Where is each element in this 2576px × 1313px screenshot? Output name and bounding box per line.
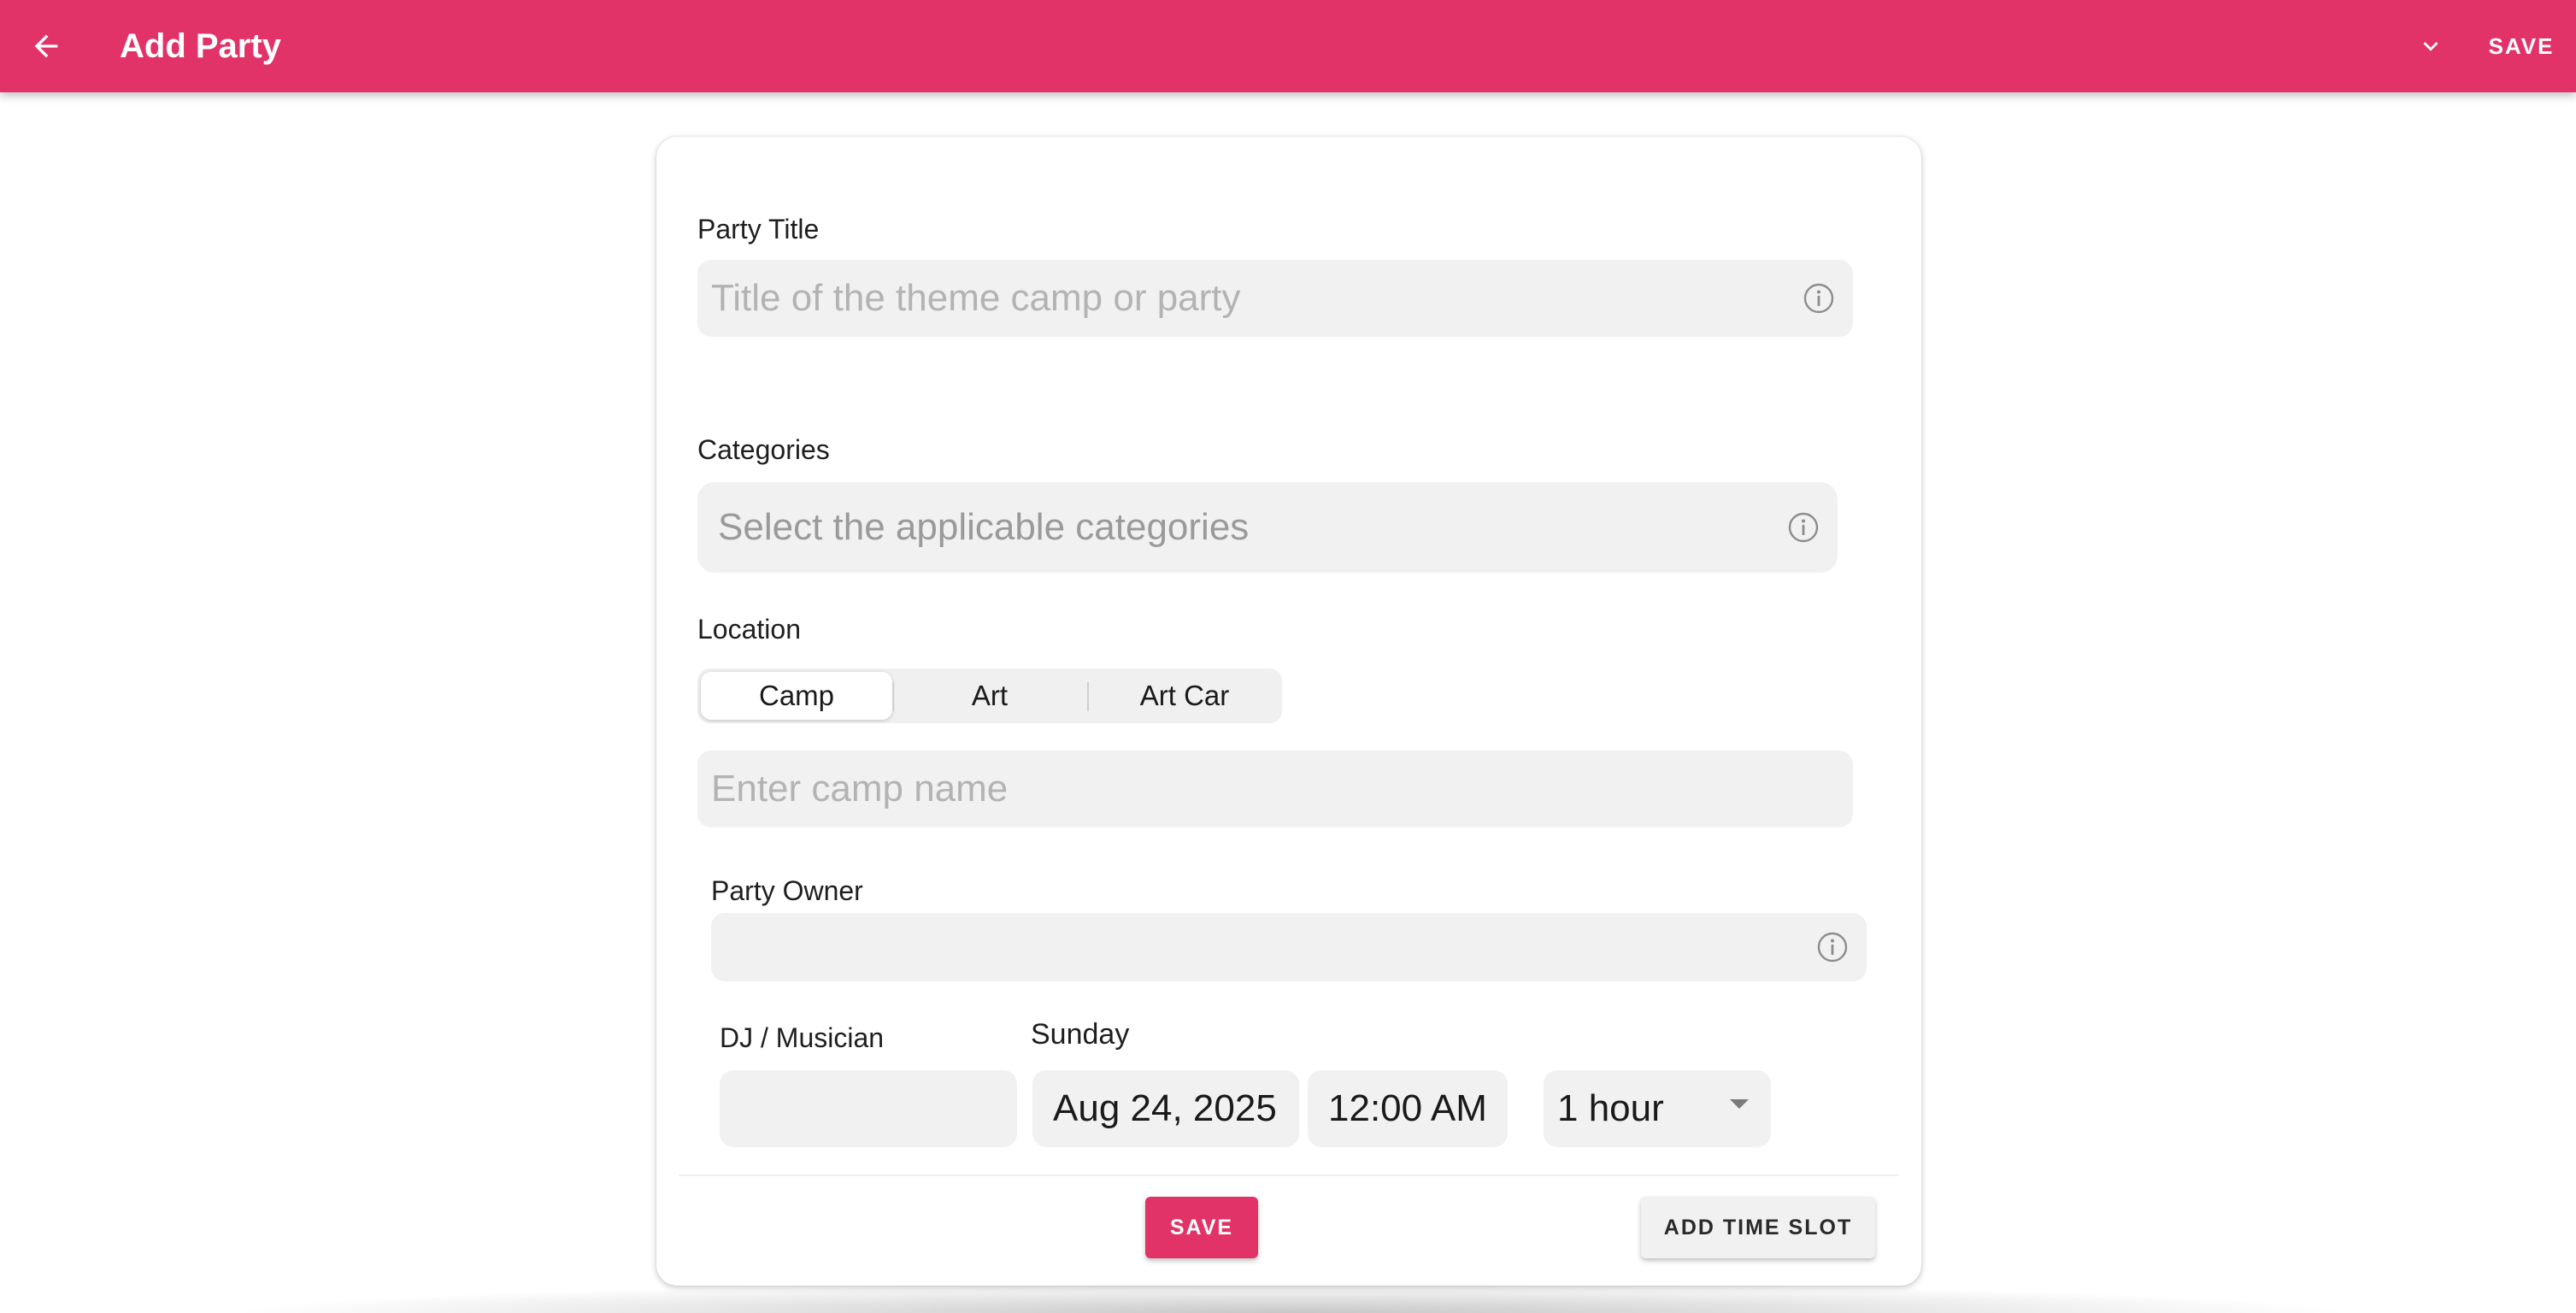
categories-placeholder: Select the applicable categories xyxy=(718,506,1250,548)
dj-musician-input[interactable] xyxy=(720,1070,1017,1147)
location-option-camp[interactable]: Camp xyxy=(701,672,892,720)
party-owner-label: Party Owner xyxy=(711,875,863,906)
location-option-art[interactable]: Art xyxy=(894,672,1085,720)
add-party-form-card: Party Title Title of the theme camp or p… xyxy=(656,137,1921,1286)
date-picker[interactable]: Aug 24, 2025 xyxy=(1032,1070,1299,1147)
date-value: Aug 24, 2025 xyxy=(1053,1087,1277,1129)
location-segmented-control: Camp Art Art Car xyxy=(697,668,1282,723)
page-title: Add Party xyxy=(120,27,281,65)
party-title-placeholder: Title of the theme camp or party xyxy=(711,277,1241,319)
party-title-label: Party Title xyxy=(697,214,820,244)
footer-divider xyxy=(679,1175,1899,1176)
back-arrow-icon[interactable] xyxy=(19,19,74,74)
app-bar: Add Party SAVE xyxy=(0,0,2576,92)
duration-value: 1 hour xyxy=(1557,1087,1664,1129)
time-picker[interactable]: 12:00 AM xyxy=(1308,1070,1508,1147)
location-label: Location xyxy=(697,614,801,645)
dropdown-arrow-icon xyxy=(1730,1099,1749,1109)
info-icon[interactable] xyxy=(1802,281,1836,315)
info-icon[interactable] xyxy=(1786,510,1820,545)
dj-musician-label: DJ / Musician xyxy=(720,1022,885,1053)
chevron-down-icon[interactable] xyxy=(2405,21,2456,72)
duration-select[interactable]: 1 hour xyxy=(1544,1070,1771,1147)
info-icon[interactable] xyxy=(1815,930,1850,964)
camp-name-input[interactable]: Enter camp name xyxy=(697,751,1853,827)
save-button[interactable]: SAVE xyxy=(1145,1197,1258,1258)
time-value: 12:00 AM xyxy=(1328,1087,1487,1129)
categories-label: Categories xyxy=(697,434,830,465)
location-option-art-car[interactable]: Art Car xyxy=(1089,672,1280,720)
camp-name-placeholder: Enter camp name xyxy=(711,768,1009,810)
bottom-shadow xyxy=(222,1282,2359,1313)
day-label: Sunday xyxy=(1031,1018,1130,1051)
categories-select[interactable]: Select the applicable categories xyxy=(697,482,1838,573)
add-time-slot-button[interactable]: ADD TIME SLOT xyxy=(1641,1197,1875,1258)
party-title-input[interactable]: Title of the theme camp or party xyxy=(697,260,1853,337)
party-owner-input[interactable] xyxy=(711,913,1867,981)
header-save-button[interactable]: SAVE xyxy=(2479,21,2564,72)
